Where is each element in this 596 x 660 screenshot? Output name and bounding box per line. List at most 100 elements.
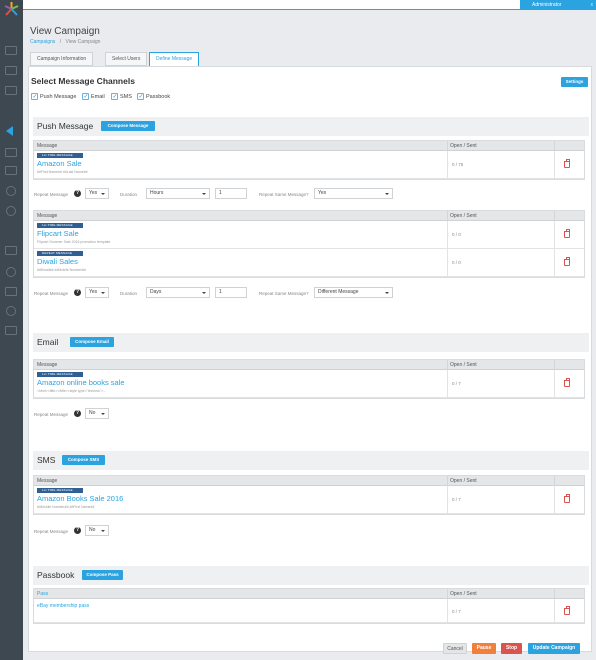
email-repeat-row: Repeat Message ? No [33,408,589,422]
table-row[interactable]: 1st TIME MESSAGE Amazon Sale ##First Nam… [34,151,584,179]
checkbox-label: Passbook [146,94,171,100]
users-icon[interactable] [5,86,17,95]
tab-campaign-information[interactable]: Campaign Information [30,52,94,66]
update-campaign-button[interactable]: Update Campaign [528,643,580,654]
message-preview: ##Email## ##Mobile Number## [37,268,87,272]
reports-icon[interactable] [5,246,17,255]
pause-button[interactable]: Pause [472,643,496,654]
cancel-button[interactable]: Cancel [443,643,467,654]
compose-email-button[interactable]: Compose Email [70,337,114,347]
help-icon[interactable]: ? [74,410,81,417]
compose-pass-button[interactable]: Compose Pass [82,570,123,580]
email-header: Email Compose Email [33,333,589,352]
grid-icon[interactable] [5,46,17,55]
repeat-same-select[interactable]: Different Message [314,287,393,298]
tab-select-users[interactable]: Select Users [105,52,148,66]
col-message: Message [37,362,58,368]
message-name[interactable]: Flipcart Sale [37,229,79,238]
breadcrumb-campaigns[interactable]: Campaigns [30,39,55,45]
settings-icon[interactable] [6,267,16,277]
push-repeat-row-1: Repeat Message ? Yes Duration Hours 1 Re… [33,188,589,202]
page-title: View Campaign [30,26,100,37]
delete-icon[interactable] [564,257,570,266]
chart-icon[interactable] [6,186,16,196]
duration-select[interactable]: Days [146,287,210,298]
duration-label: Duration [120,291,138,296]
compose-sms-button[interactable]: Compose SMS [62,455,105,465]
message-name[interactable]: Amazon Books Sale 2016 [37,494,123,503]
app-logo[interactable] [2,1,21,17]
compose-message-button[interactable]: Compose Message [101,121,155,131]
monitor-icon[interactable] [5,166,17,175]
user-menu[interactable]: Administrator x [520,0,596,10]
checkbox-icon [82,93,89,101]
repeat-select[interactable]: Yes [85,188,109,199]
repeat-label: Repeat Message [34,529,69,534]
email-section: Email Compose Email Message Open / Sent … [33,333,589,433]
duration-select[interactable]: Hours [146,188,210,199]
table-row[interactable]: REPEAT MESSAGE Diwali Sales ##Email## ##… [34,249,584,277]
checkbox-passbook[interactable]: Passbook [137,93,170,101]
checkbox-email[interactable]: Email [82,93,105,101]
push-table-2: Message Open / Sent 1st TIME MESSAGE Fli… [33,210,585,278]
define-message-panel: Select Message Channels Settings Push Me… [28,66,592,652]
delete-icon[interactable] [564,159,570,168]
col-pass: Pass [37,591,49,597]
info-icon[interactable] [6,306,16,316]
delete-icon[interactable] [564,229,570,238]
checkbox-push-message[interactable]: Push Message [31,93,76,101]
open-sent-count: 0 / 7 [452,497,461,502]
help-icon[interactable]: ? [74,527,81,534]
delete-icon[interactable] [564,378,570,387]
pass-name[interactable]: eBay membership pass [37,603,89,609]
message-name[interactable]: Amazon Sale [37,159,82,168]
table-header: Pass Open / Sent [34,589,584,599]
checkbox-label: SMS [120,94,132,100]
tab-define-message[interactable]: Define Message [149,52,200,67]
col-open-sent: Open / Sent [450,213,477,219]
message-badge: REPEAT MESSAGE [37,251,83,256]
repeat-select[interactable]: No [85,525,109,536]
help-icon[interactable]: ? [74,289,81,296]
table-header: Message Open / Sent [34,476,584,486]
help-icon[interactable]: ? [74,190,81,197]
repeat-label: Repeat Message [34,192,69,197]
sidebar [0,0,23,660]
duration-count-input[interactable]: 1 [215,188,247,199]
sms-repeat-row: Repeat Message ? No [33,525,589,539]
stop-button[interactable]: Stop [501,643,522,654]
repeat-select[interactable]: No [85,408,109,419]
table-row[interactable]: 1st TIME MESSAGE Flipcart Sale Flipcart … [34,221,584,249]
apps-icon[interactable] [5,66,17,75]
table-row[interactable]: eBay membership pass 0 / 7 [34,599,584,623]
chevron-down-icon [202,193,206,195]
repeat-select[interactable]: Yes [85,287,109,298]
repeat-same-select[interactable]: Yes [314,188,393,199]
campaign-nav-icon[interactable] [6,126,13,136]
settings-button[interactable]: Settings [561,77,588,87]
delete-icon[interactable] [564,606,570,615]
chevron-down-icon [101,413,105,415]
message-name[interactable]: Diwali Sales [37,257,78,266]
message-badge: 1st TIME MESSAGE [37,153,83,158]
delete-icon[interactable] [564,494,570,503]
chat-icon[interactable] [5,326,17,335]
message-badge: 1st TIME MESSAGE [37,372,83,377]
table-row[interactable]: 1st TIME MESSAGE Amazon online books sal… [34,370,584,398]
duration-count-input[interactable]: 1 [215,287,247,298]
passbook-title: Passbook [37,570,75,580]
passbook-section: Passbook Compose Pass Pass Open / Sent e… [33,566,589,634]
calendar-icon[interactable] [5,148,17,157]
checkbox-label: Push Message [40,94,77,100]
message-badge: 1st TIME MESSAGE [37,488,83,493]
message-name[interactable]: Amazon online books sale [37,378,125,387]
open-sent-count: 0 / 0 [452,260,461,265]
checkbox-sms[interactable]: SMS [111,93,132,101]
sms-section: SMS Compose SMS Message Open / Sent 1st … [33,451,589,551]
close-icon[interactable]: x [591,0,594,10]
email-table: Message Open / Sent 1st TIME MESSAGE Ama… [33,359,585,399]
table-row[interactable]: 1st TIME MESSAGE Amazon Books Sale 2016 … [34,486,584,514]
push-header: Push Message Compose Message [33,117,589,136]
location-icon[interactable] [6,206,16,216]
admin-icon[interactable] [5,287,17,296]
